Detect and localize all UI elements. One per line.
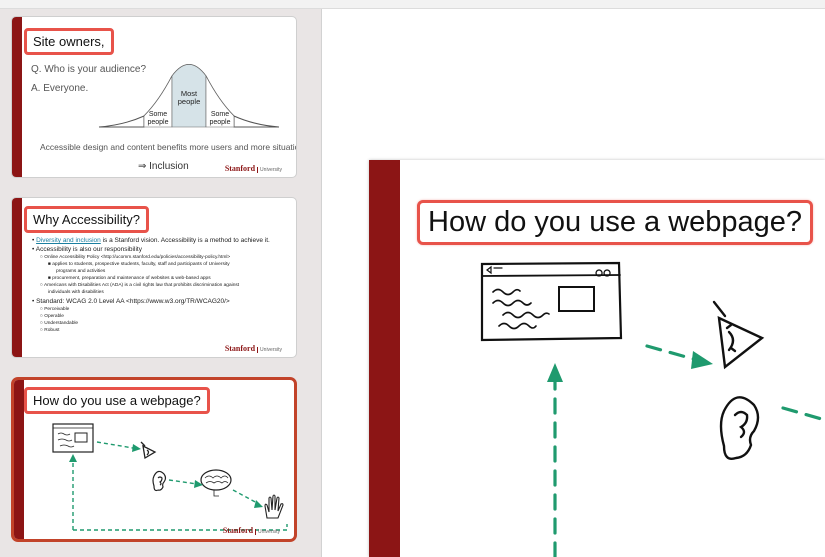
hand-icon [264,494,284,519]
top-toolbar-strip [0,0,825,9]
brain-icon [200,469,232,497]
browser-sketch-icon[interactable] [480,261,623,342]
bullet-4: ■ applies to students, prospective stude… [48,262,230,267]
curve-label-left: Some people [147,111,168,126]
slide-answer: A. Everyone. [31,83,89,94]
slide-thumbnail-3[interactable]: How do you use a webpage? Stanford Unive… [11,377,297,542]
slide-accent-bar [14,380,24,539]
slide-caption: Accessible design and content benefits m… [40,142,297,152]
main-slide-canvas[interactable]: How do you use a webpage? [369,160,825,557]
bullet-7: ○ Americans with Disabilities Act (ADA) … [40,283,240,288]
eye-icon[interactable] [712,300,765,370]
ear-icon [152,470,167,492]
curve-label-center: Most people [178,89,201,106]
thumbnail-diagram [52,423,288,531]
slide-thumbnail-2[interactable]: Why Accessibility? • Diversity and inclu… [11,197,297,358]
eye-icon [140,441,157,460]
main-slide-diagram [480,261,825,557]
bullet-5: programs and activities [56,269,106,274]
bullet-2: • Accessibility is also our responsibili… [32,246,142,253]
bullet-9: • Standard: WCAG 2.0 Level AA <https://w… [32,298,230,305]
bell-curve-chart: Some people Most people Some people [98,64,280,128]
curve-label-right: Some people [209,111,230,126]
stanford-logo: Stanford University [224,344,282,353]
slide-title: Why Accessibility? [24,206,149,233]
bullet-1: • Diversity and inclusion is a Stanford … [32,237,270,244]
stanford-logo: Stanford University [224,164,282,173]
ear-icon[interactable] [719,396,760,460]
bullet-6: ■ procurement, preparation and maintenan… [48,276,211,281]
bullet-8: individuals with disabilities [48,290,104,295]
slide-title: How do you use a webpage? [24,387,210,414]
bullet-13: ○ Robust [40,328,60,333]
bullet-3: ○ Online Accessibility Policy <http://uc… [40,255,231,260]
bullet-10: ○ Perceivable [40,307,70,312]
browser-sketch-icon [52,423,94,453]
slide-thumbnail-1[interactable]: Site owners, Q. Who is your audience? A.… [11,16,297,178]
slide-thumbnail-panel[interactable]: Site owners, Q. Who is your audience? A.… [0,9,322,557]
slide-conclusion: ⇒ Inclusion [138,161,189,172]
bullet-11: ○ Operable [40,314,64,319]
slide-title: Site owners, [24,28,114,55]
slide-accent-bar [12,17,22,177]
stanford-logo: Stanford University [222,526,280,535]
slide-accent-bar [12,198,22,357]
bullet-12: ○ Understandable [40,321,79,326]
